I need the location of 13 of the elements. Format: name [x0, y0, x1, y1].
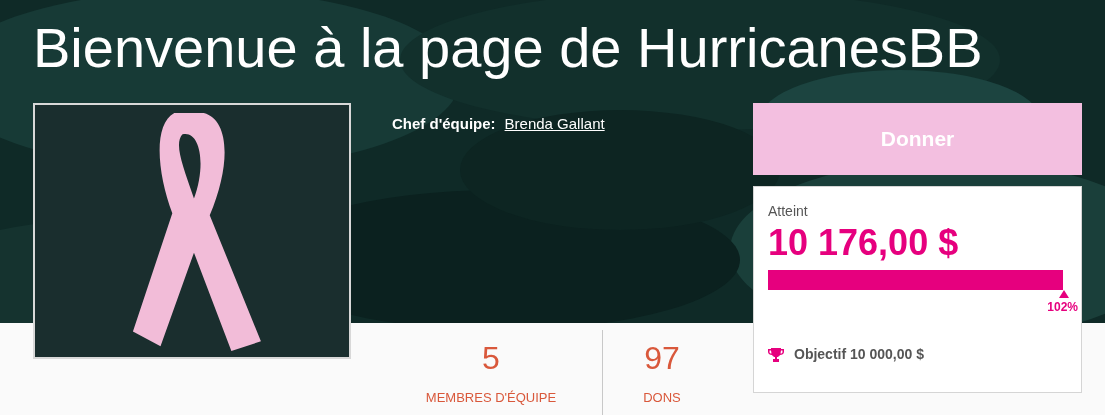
stat-label: MEMBRES D'ÉQUIPE — [425, 388, 557, 407]
team-lead-label: Chef d'équipe: — [392, 114, 496, 134]
percent-label: 102% — [1047, 299, 1078, 316]
stat-value: 97 — [644, 339, 680, 376]
marker-icon — [1059, 290, 1069, 298]
stat-label: DONS — [643, 388, 681, 407]
goal-text: Objectif 10 000,00 $ — [794, 345, 924, 364]
team-lead-link[interactable]: Brenda Gallant — [504, 113, 605, 136]
stat-value: 5 — [482, 339, 500, 376]
raised-amount: 10 176,00 $ — [768, 222, 960, 264]
page-title: Bienvenue à la page de HurricanesBB — [33, 15, 984, 81]
trophy-icon — [768, 346, 784, 363]
reached-label: Atteint — [768, 202, 809, 221]
